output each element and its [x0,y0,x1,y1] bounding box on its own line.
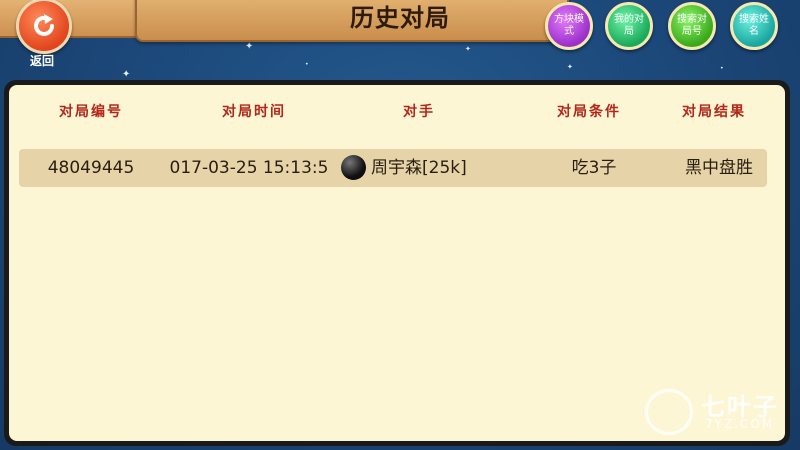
result-cell: 黑中盘胜 [685,158,753,178]
my-games-button[interactable]: 我的对局 [605,2,653,50]
game-id-cell: 48049445 [47,158,135,178]
back-label: 返回 [29,54,54,68]
page-title: 历史对局 [350,4,450,32]
back-button[interactable]: 返回 [12,0,72,70]
search-game-id-button[interactable]: 搜索对局号 [668,2,716,50]
game-time-cell: 017-03-25 15:13:5 [169,158,329,178]
condition-cell: 吃3子 [571,158,617,178]
header-result: 对局结果 [682,104,746,120]
opponent-cell: 周宇森[25k] [371,158,467,178]
search-name-button[interactable]: 搜索姓名 [730,2,778,50]
header-game-id: 对局编号 [59,104,123,120]
black-stone-icon [341,155,366,180]
watermark-url: 7YZ.COM [705,417,775,431]
header-condition: 对局条件 [557,104,621,120]
header-game-time: 对局时间 [222,104,286,120]
watermark: 七叶子 7YZ.COM [645,385,795,440]
leaf-logo-icon [645,389,693,435]
table-row[interactable]: 48049445 017-03-25 15:13:5 周宇森[25k] 吃3子 … [19,149,767,187]
refresh-arrow-icon [16,0,72,54]
header-opponent: 对手 [403,104,435,120]
block-mode-button[interactable]: 方块模式 [545,2,593,50]
